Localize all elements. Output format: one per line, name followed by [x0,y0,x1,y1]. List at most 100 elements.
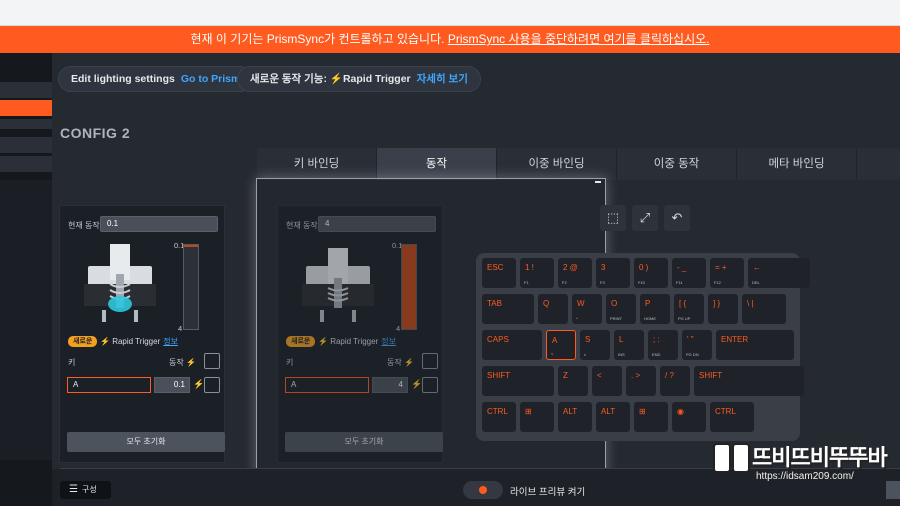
key-sublabel: F12 [714,280,721,285]
action-column-header: 동작 ⚡ [169,357,196,368]
list-icon: ☰ [69,484,78,495]
keyboard-key[interactable]: ← DEL [748,258,810,288]
keyboard-key[interactable]: 0 ) F10 [634,258,668,288]
keyboard-key[interactable]: O PRINT [606,294,636,324]
keyboard-key[interactable]: ; : END [648,330,678,360]
lighting-label: Edit lighting settings [71,73,175,85]
live-preview-toggle[interactable] [463,481,503,499]
bolt-icon: ⚡ [329,73,343,85]
keyboard-key[interactable]: CTRL [710,402,754,432]
key-label: O [611,299,618,308]
key-label: ← [753,263,761,272]
keyboard-key[interactable]: 1 ! F1 [520,258,554,288]
key-label: SHIFT [699,371,723,380]
learn-more-link[interactable]: 자세히 보기 [417,73,468,85]
keyboard-key[interactable]: ESC [482,258,516,288]
keyboard-key[interactable]: A < [546,330,576,360]
key-label: CTRL [487,407,508,416]
key-label: . > [631,371,641,380]
tab-bar: 키 바인딩 동작 이중 바인딩 이중 동작 메타 바인딩 [257,148,900,180]
go-to-prism-link[interactable]: Go to Prism [181,73,241,85]
banner-link[interactable]: PrismSync 사용을 중단하려면 여기를 클릭하십시오. [448,32,710,46]
watermark-text: 뜨비뜨비뚜뚜바 [752,445,888,470]
sidebar-item-active[interactable] [0,100,52,116]
key-label: A [552,336,558,345]
keyboard-key[interactable]: < [592,366,622,396]
gauge-bottom-label: 4 [178,324,183,333]
key-label: \ | [747,299,754,308]
keyboard-key[interactable]: ⊞ [520,402,554,432]
keyboard-key[interactable]: L INS [614,330,644,360]
key-sublabel: F11 [676,280,683,285]
keyboard-key[interactable]: ◉ [672,402,706,432]
key-label: ENTER [721,335,749,344]
prismsync-banner: 현재 이 기기는 PrismSync가 컨트롤하고 있습니다. PrismSyn… [0,26,900,53]
new-feature-pill: 새로운 동작 기능: ⚡Rapid Trigger 자세히 보기 [237,66,481,92]
tab-meta-binding[interactable]: 메타 바인딩 [737,148,857,180]
key-name-field[interactable]: A [67,377,151,393]
key-label: = + [715,263,727,272]
key-sublabel: F3 [600,280,605,285]
keyboard-key[interactable]: = + F12 [710,258,744,288]
key-label: / ? [665,371,674,380]
key-column-header: 키 [68,358,76,367]
keyboard-key[interactable]: ] } [708,294,738,324]
current-actuation-label: 현재 동작: [68,221,102,230]
keyboard-key[interactable]: ' " PG DN [682,330,712,360]
keyboard-key[interactable]: SHIFT [482,366,554,396]
lighting-pill: Edit lighting settings Go to Prism [58,66,254,92]
keyboard-key[interactable]: ⊞ [634,402,668,432]
sidebar-item[interactable] [0,137,52,153]
new-feature-name: Rapid Trigger [342,73,411,85]
tab-key-binding[interactable]: 키 바인딩 [257,148,377,180]
keyboard-key[interactable]: 2 @ F2 [558,258,592,288]
keyboard-key[interactable]: CAPS [482,330,542,360]
keyboard-key[interactable]: 3 F3 [596,258,630,288]
keyboard-key[interactable]: \ | [742,294,786,324]
key-label: ALT [601,407,616,416]
keyboard-key[interactable]: . > [626,366,656,396]
rapid-trigger-info-link[interactable]: 정보 [163,337,178,346]
fullscreen-icon[interactable]: ⤢ [632,205,658,231]
key-label: Q [543,299,550,308]
rapid-trigger-info: ⚡ Rapid Trigger 정보 [100,336,178,347]
keyboard-key[interactable]: Sv [580,330,610,360]
keyboard-key[interactable]: P HOME [640,294,670,324]
live-preview-label: 라이브 프리뷰 켜기 [510,487,586,498]
key-sublabel: F2 [562,280,567,285]
tab-actuation[interactable]: 동작 [377,148,497,180]
current-actuation-field[interactable]: 0.1 [100,216,218,232]
sidebar-item[interactable] [0,156,52,172]
rapid-trigger-all-checkbox[interactable] [204,353,220,369]
sidebar-item[interactable] [0,119,52,129]
config-button[interactable]: ☰ 구성 [60,481,111,499]
keyboard-key[interactable]: [ {PG UP [674,294,704,324]
actuation-gauge[interactable] [183,244,199,330]
tab-dual-binding[interactable]: 이중 바인딩 [497,148,617,180]
keyboard-key[interactable]: ALT [596,402,630,432]
key-label: TAB [487,299,502,308]
keyboard-key[interactable]: Z [558,366,588,396]
keyboard-key[interactable]: CTRL [482,402,516,432]
select-area-icon[interactable]: ⬚ [600,205,626,231]
keyboard-key[interactable]: / ? [660,366,690,396]
tab-dual-actuation[interactable]: 이중 동작 [617,148,737,180]
keyboard-key[interactable]: SHIFT [694,366,804,396]
rapid-trigger-checkbox[interactable] [204,377,220,393]
reset-all-button[interactable]: 모두 초기화 [67,432,225,452]
keyboard-key[interactable]: ALT [558,402,592,432]
keyboard-key[interactable]: TAB [482,294,534,324]
key-label: S [585,335,591,344]
key-sublabel: F10 [638,280,645,285]
key-label: 2 @ [563,263,578,272]
keyboard-key[interactable]: ENTER [716,330,794,360]
keyboard-key[interactable]: W ^ [572,294,602,324]
key-sublabel: DEL [752,280,760,285]
actuation-panel-1: 현재 동작: 0.1 0.1 4 새로운 ⚡ Rapid Trigger 정보 키… [59,205,225,463]
keyboard-key[interactable]: Q [538,294,568,324]
sidebar-item[interactable] [0,82,52,98]
keyboard-key[interactable]: - _ F11 [672,258,706,288]
undo-icon[interactable]: ↶ [664,205,690,231]
actuation-value-field[interactable]: 0.1 [154,377,190,393]
key-label: ESC [487,263,504,272]
